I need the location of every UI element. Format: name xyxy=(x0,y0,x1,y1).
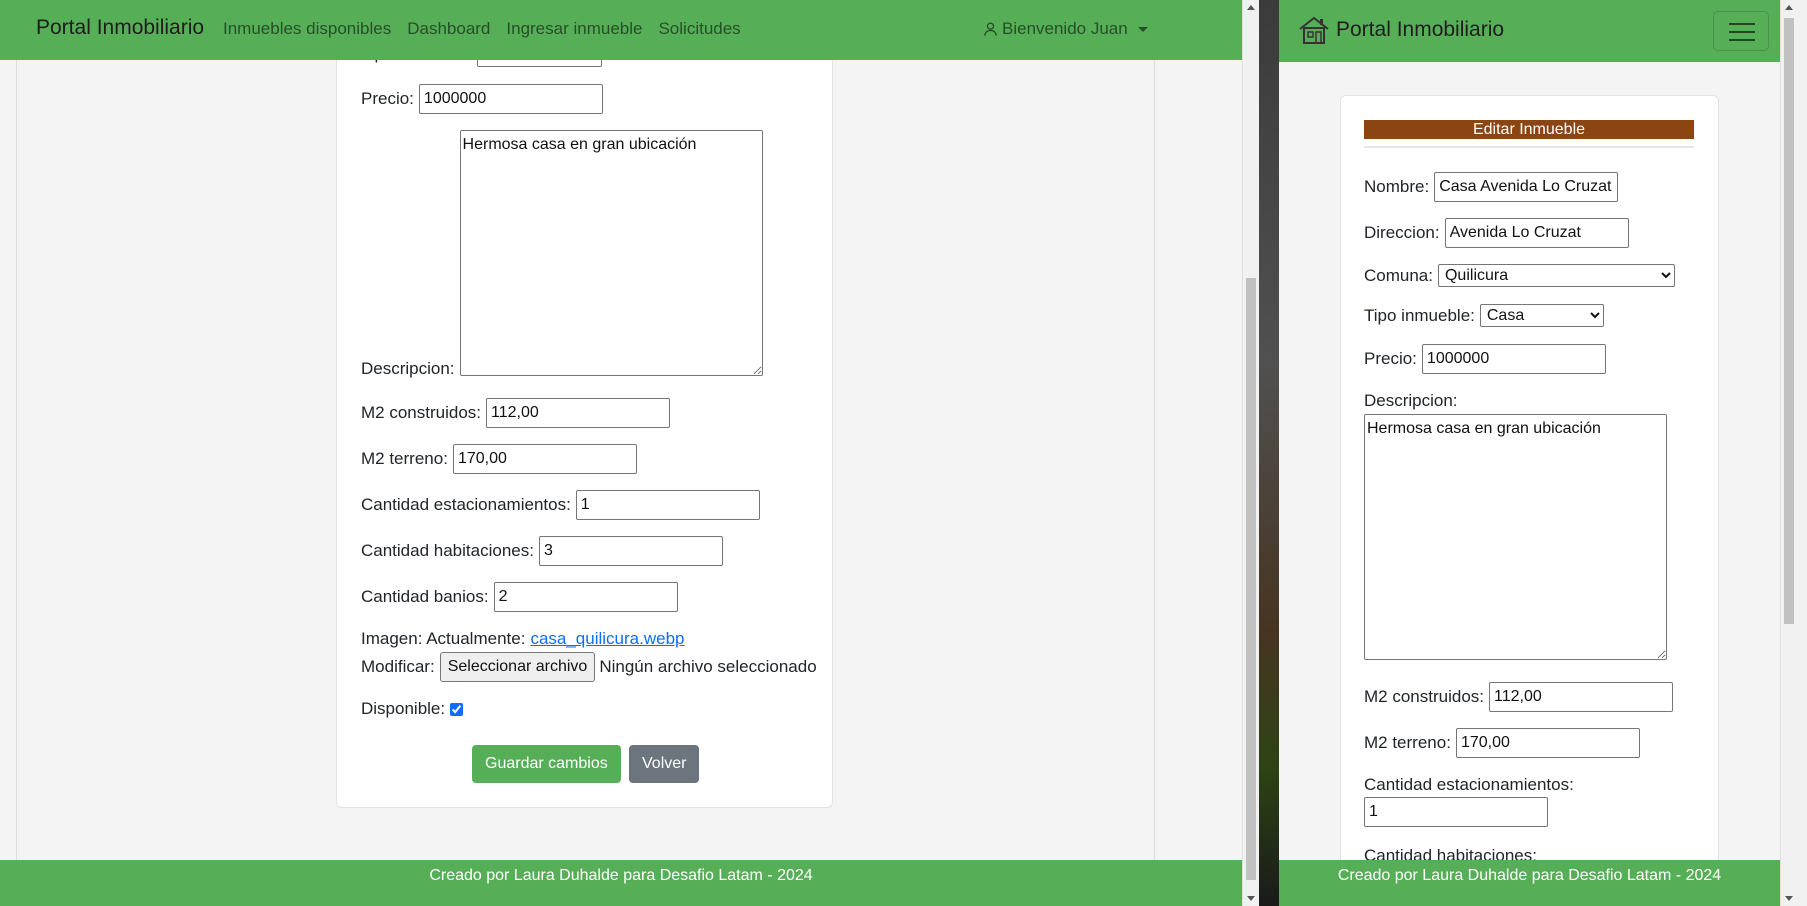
desktop-background xyxy=(1259,0,1279,906)
user-icon xyxy=(984,22,997,36)
comuna-row: Comuna: Quilicura xyxy=(1364,264,1675,287)
nav-links: Inmuebles disponibles Dashboard Ingresar… xyxy=(223,19,741,39)
descripcion-textarea[interactable]: Hermosa casa en gran ubicación xyxy=(1364,414,1667,660)
left-scrollbar[interactable] xyxy=(1242,0,1259,906)
nombre-row: Nombre: xyxy=(1364,172,1619,202)
precio-input[interactable] xyxy=(1421,344,1606,374)
right-scroll-thumb[interactable] xyxy=(1784,18,1794,624)
estacionamientos-label: Cantidad estacionamientos: xyxy=(1364,775,1574,794)
select-file-button[interactable]: Seleccionar archivo xyxy=(439,652,596,682)
m2-construidos-row: M2 construidos: xyxy=(361,398,670,428)
m2-construidos-row: M2 construidos: xyxy=(1364,682,1673,712)
direccion-input[interactable] xyxy=(1444,218,1629,248)
header-divider xyxy=(1364,146,1694,148)
disponible-row: Disponible: xyxy=(361,699,464,719)
modificar-label: Modificar: xyxy=(361,657,435,676)
top-navbar: Portal Inmobiliario Inmuebles disponible… xyxy=(0,0,1242,60)
banios-input[interactable] xyxy=(493,582,678,612)
disponible-label: Disponible: xyxy=(361,699,446,718)
top-navbar: Portal Inmobiliario xyxy=(1279,0,1780,62)
scroll-up-icon[interactable] xyxy=(1785,5,1793,10)
precio-input[interactable] xyxy=(418,84,603,114)
navbar-toggler-button[interactable] xyxy=(1713,11,1769,51)
nombre-label: Nombre: xyxy=(1364,177,1430,196)
edit-header: Editar Inmueble xyxy=(1364,120,1694,139)
current-image-link[interactable]: casa_quilicura.webp xyxy=(530,629,684,649)
m2-terreno-label: M2 terreno: xyxy=(361,449,448,468)
banios-label: Cantidad banios: xyxy=(361,587,489,606)
direccion-row: Direccion: xyxy=(1364,218,1629,248)
save-button[interactable]: Guardar cambios xyxy=(472,745,621,783)
m2-terreno-row: M2 terreno: xyxy=(361,444,637,474)
scroll-down-icon[interactable] xyxy=(1247,896,1255,901)
disponible-checkbox[interactable] xyxy=(450,702,464,716)
scroll-down-icon[interactable] xyxy=(1785,896,1793,901)
imagen-row: Imagen: Actualmente: casa_quilicura.webp xyxy=(361,629,684,649)
precio-label: Precio: xyxy=(1364,349,1417,368)
m2-construidos-input[interactable] xyxy=(1489,682,1673,712)
direccion-label: Direccion: xyxy=(1364,223,1440,242)
imagen-label: Imagen: Actualmente: xyxy=(361,629,526,648)
estacionamientos-input[interactable] xyxy=(1364,797,1548,827)
m2-construidos-label: M2 construidos: xyxy=(361,403,481,422)
back-button[interactable]: Volver xyxy=(629,745,700,783)
m2-construidos-label: M2 construidos: xyxy=(1364,687,1484,706)
tipo-label: Tipo inmueble: xyxy=(1364,305,1475,325)
estacionamientos-label: Cantidad estacionamientos: xyxy=(361,495,571,514)
nav-inmuebles-disponibles[interactable]: Inmuebles disponibles xyxy=(223,19,391,39)
house-icon xyxy=(1299,16,1329,44)
nombre-input[interactable] xyxy=(1434,172,1619,202)
scroll-up-icon[interactable] xyxy=(1247,5,1255,10)
m2-terreno-row: M2 terreno: xyxy=(1364,728,1640,758)
estacionamientos-label-row: Cantidad estacionamientos: xyxy=(1364,775,1579,795)
m2-construidos-input[interactable] xyxy=(486,398,670,428)
m2-terreno-input[interactable] xyxy=(1455,728,1640,758)
descripcion-label-row: Descripcion: xyxy=(1364,391,1463,411)
footer-text: Creado por Laura Duhalde para Desafio La… xyxy=(429,867,813,884)
user-dropdown[interactable]: Bienvenido Juan xyxy=(983,19,1148,39)
habitaciones-input[interactable] xyxy=(538,536,723,566)
chevron-down-icon xyxy=(1137,26,1148,32)
comuna-label: Comuna: xyxy=(1364,265,1433,285)
m2-terreno-input[interactable] xyxy=(452,444,637,474)
left-scroll-thumb[interactable] xyxy=(1246,278,1256,880)
hamburger-icon-line xyxy=(1729,31,1755,33)
edit-form-card: Tipo inmueble: Casa Precio: Descripcion:… xyxy=(336,40,833,808)
footer: Creado por Laura Duhalde para Desafio La… xyxy=(1279,860,1780,906)
hamburger-icon xyxy=(1729,23,1755,25)
modificar-row: Modificar: Seleccionar archivo Ningún ar… xyxy=(361,652,817,682)
footer-text: Creado por Laura Duhalde para Desafio La… xyxy=(1337,867,1722,884)
comuna-select[interactable]: Quilicura xyxy=(1437,264,1675,287)
user-menu-label: Bienvenido Juan xyxy=(1002,19,1128,38)
descripcion-textarea[interactable]: Hermosa casa en gran ubicación xyxy=(459,130,763,376)
precio-row: Precio: xyxy=(1364,344,1606,374)
estacionamientos-row: Cantidad estacionamientos: xyxy=(361,490,760,520)
habitaciones-row: Cantidad habitaciones: xyxy=(361,536,723,566)
nav-solicitudes[interactable]: Solicitudes xyxy=(658,19,740,39)
precio-row: Precio: xyxy=(361,84,603,114)
file-status-text: Ningún archivo seleccionado xyxy=(599,657,817,676)
nav-dashboard[interactable]: Dashboard xyxy=(407,19,490,39)
brand-link[interactable]: Portal Inmobiliario xyxy=(1336,18,1504,42)
nav-ingresar-inmueble[interactable]: Ingresar inmueble xyxy=(506,19,642,39)
tipo-select[interactable]: Casa xyxy=(1479,304,1604,327)
right-scrollbar[interactable] xyxy=(1780,0,1797,906)
hamburger-icon-line xyxy=(1729,39,1755,41)
left-browser-window: Tipo inmueble: Casa Precio: Descripcion:… xyxy=(0,0,1242,906)
descripcion-row: Descripcion: Hermosa casa en gran ubicac… xyxy=(361,130,763,378)
brand-link[interactable]: Portal Inmobiliario xyxy=(36,16,204,40)
descripcion-label: Descripcion: xyxy=(1364,391,1458,410)
m2-terreno-label: M2 terreno: xyxy=(1364,733,1451,752)
estacionamientos-input[interactable] xyxy=(575,490,760,520)
habitaciones-label: Cantidad habitaciones: xyxy=(361,541,534,560)
left-scrollbar-container xyxy=(1242,0,1259,906)
descripcion-label: Descripcion: xyxy=(361,359,455,378)
precio-label: Precio: xyxy=(361,89,414,108)
footer: Creado por Laura Duhalde para Desafio La… xyxy=(0,860,1242,906)
right-browser-window: Editar Inmueble Nombre: Direccion: Comun… xyxy=(1279,0,1807,906)
banios-row: Cantidad banios: xyxy=(361,582,678,612)
tipo-row: Tipo inmueble: Casa xyxy=(1364,304,1604,327)
window-edge xyxy=(1797,0,1807,906)
